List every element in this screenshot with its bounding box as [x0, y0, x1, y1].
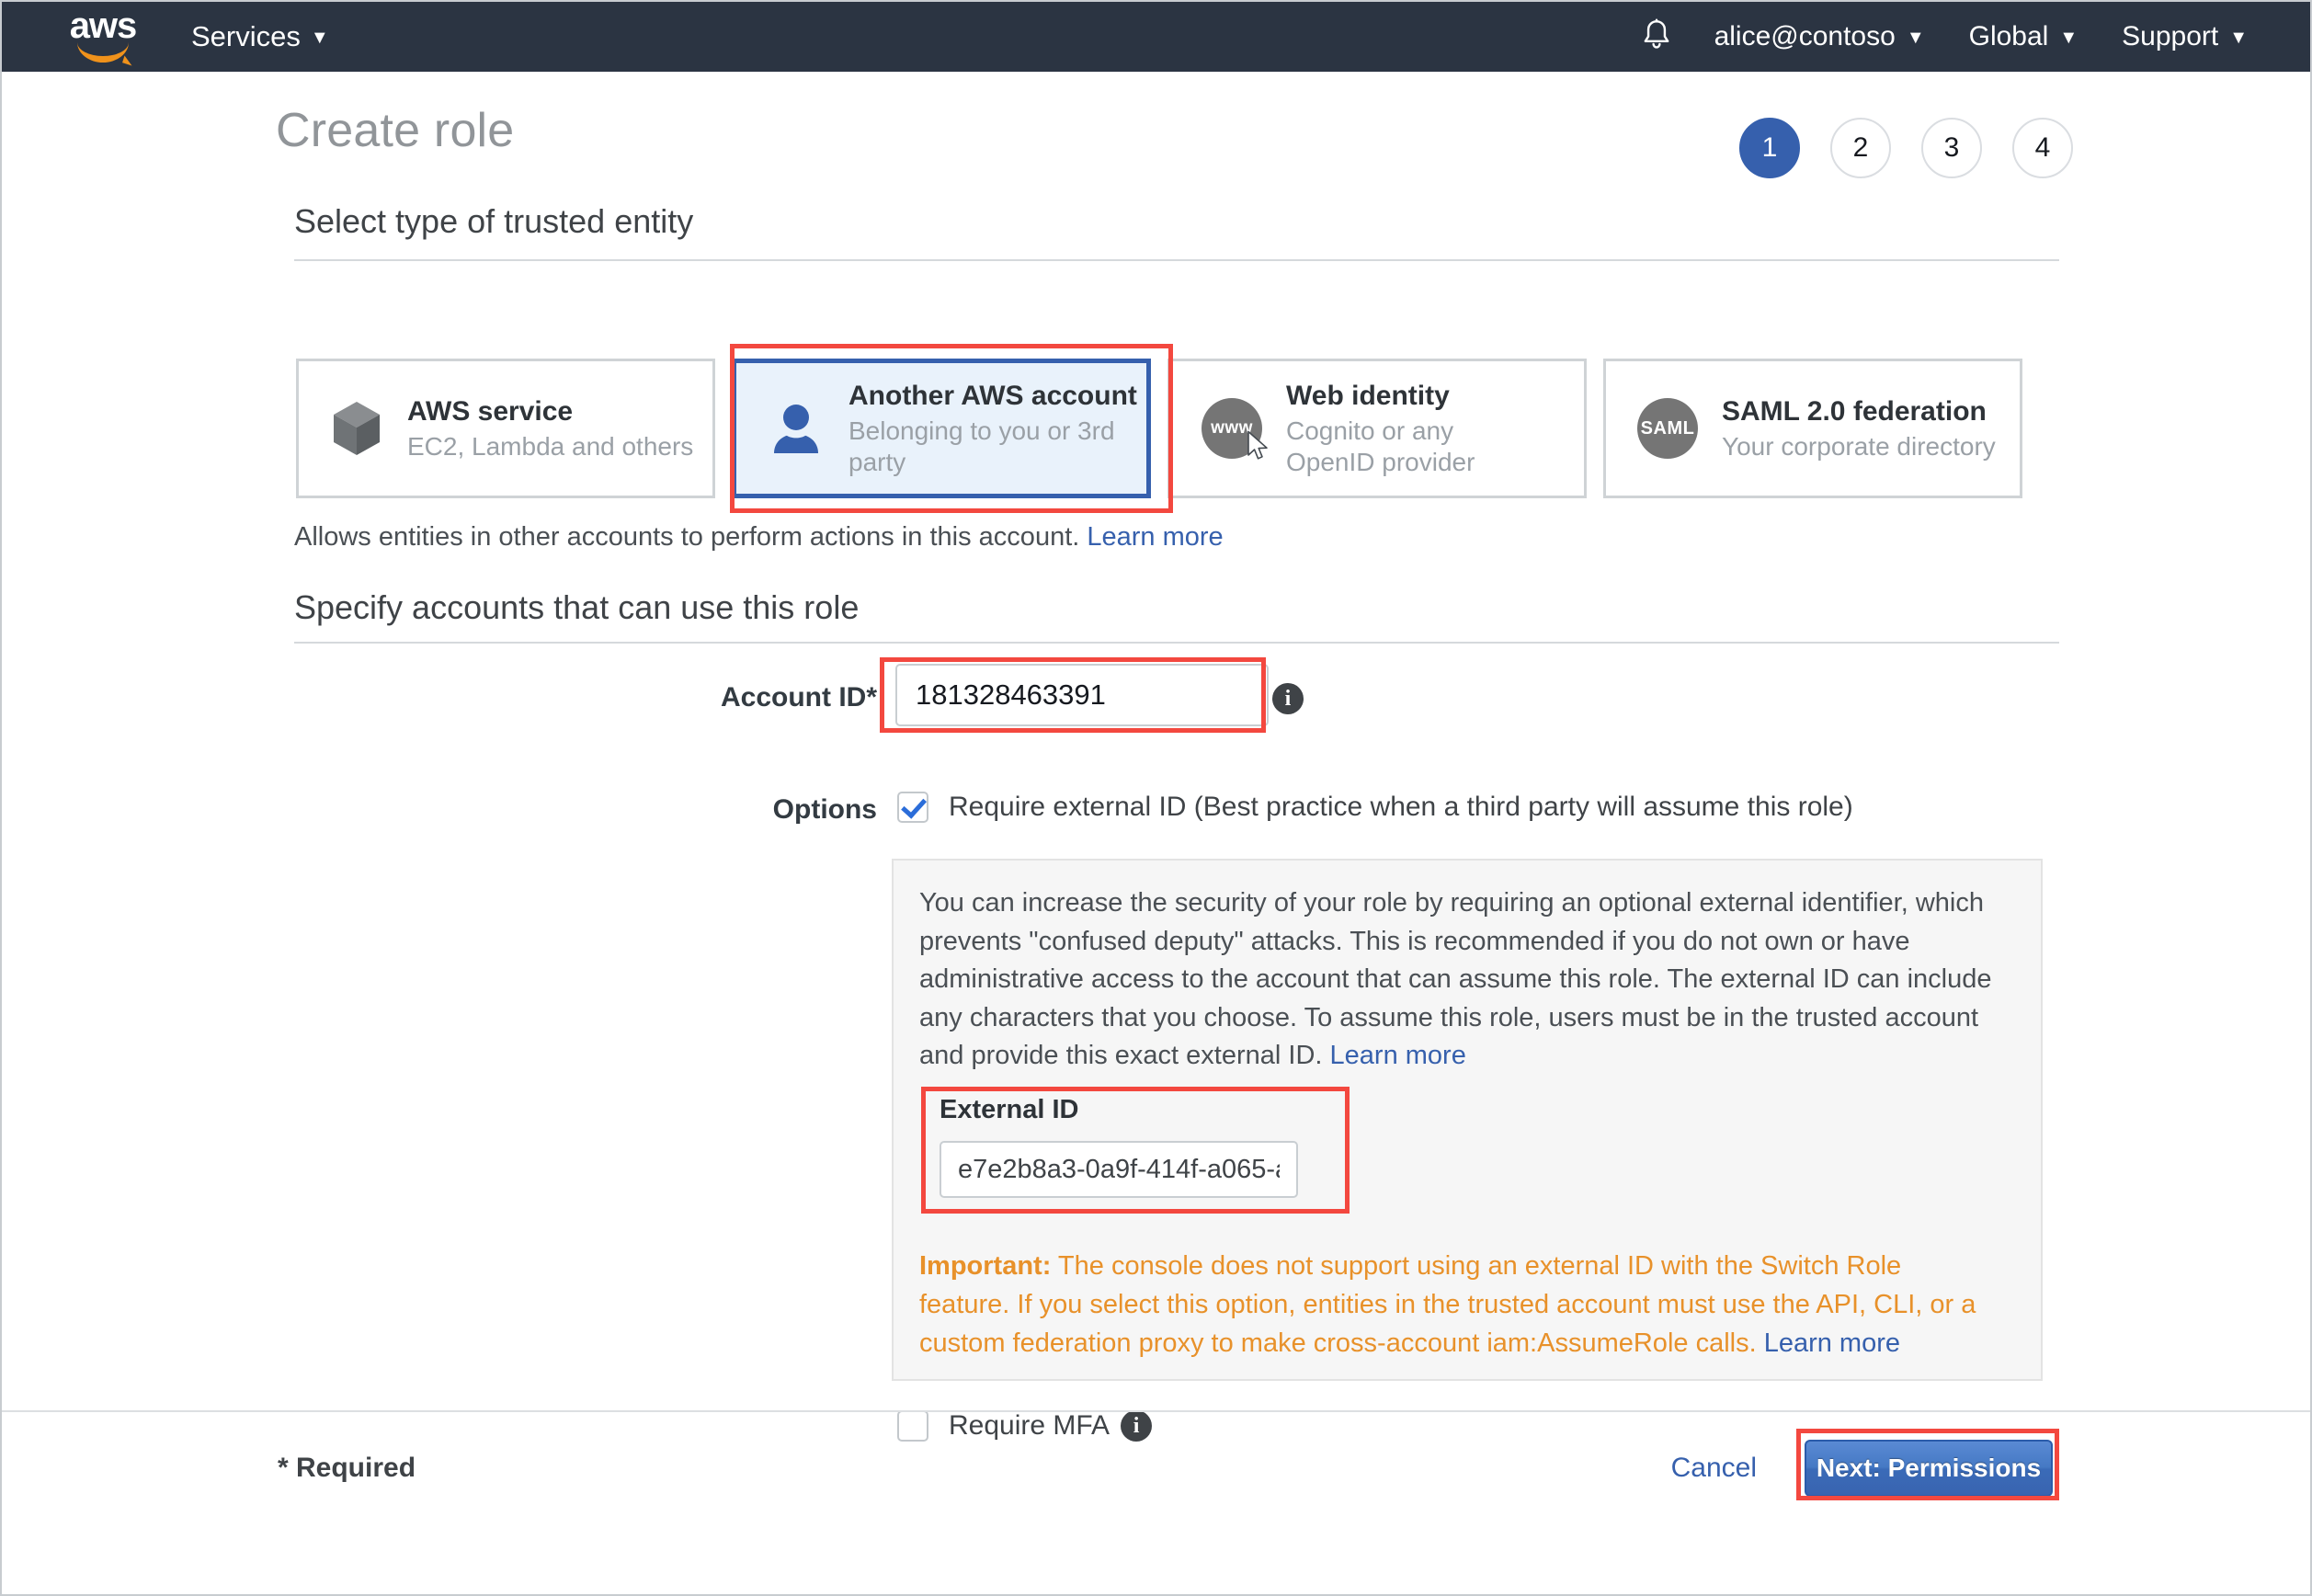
account-id-input[interactable]: [895, 664, 1269, 726]
account-id-label: Account ID*: [720, 682, 877, 712]
trusted-entity-card-saml-federation[interactable]: SAML SAML 2.0 federation Your corporate …: [1603, 359, 2022, 498]
aws-smile-icon: [77, 42, 129, 63]
chevron-down-icon: ▼: [1906, 28, 1925, 48]
card-title: AWS service: [407, 395, 574, 427]
required-note: * Required: [278, 1453, 416, 1483]
card-text-group: AWS service EC2, Lambda and others: [407, 394, 693, 462]
chevron-down-icon: ▼: [2059, 28, 2079, 48]
require-external-id-checkbox[interactable]: [897, 792, 928, 823]
external-id-info-panel: You can increase the security of your ro…: [892, 859, 2043, 1381]
card-text-group: Another AWS account Belonging to you or …: [848, 379, 1146, 479]
external-id-label: External ID: [940, 1095, 1079, 1124]
section-title-trusted-entity: Select type of trusted entity: [294, 202, 694, 240]
wizard-step-indicator: 1 2 3 4: [1739, 118, 2073, 178]
card-title: Another AWS account: [848, 380, 1137, 411]
card-subtitle: Cognito or any OpenID provider: [1286, 416, 1475, 477]
section-title-specify-accounts: Specify accounts that can use this role: [294, 588, 860, 626]
external-id-warning: Important: The console does not support …: [919, 1247, 1995, 1362]
support-menu-label: Support: [2122, 21, 2219, 51]
learn-more-link[interactable]: Learn more: [1764, 1328, 1900, 1358]
cube-icon: [330, 398, 383, 459]
footer-actions: Cancel Next: Permissions: [1666, 1440, 2053, 1497]
region-menu-label: Global: [1968, 21, 2049, 51]
learn-more-link[interactable]: Learn more: [1087, 522, 1223, 552]
info-icon[interactable]: i: [1272, 683, 1304, 714]
external-id-explanation: You can increase the security of your ro…: [919, 884, 2013, 1076]
aws-wordmark: aws: [69, 6, 138, 46]
wizard-step-4[interactable]: 4: [2012, 118, 2073, 178]
account-menu[interactable]: alice@contoso ▼: [1692, 21, 1947, 52]
external-id-field-group: External ID: [921, 1095, 1342, 1224]
support-menu[interactable]: Support ▼: [2100, 21, 2270, 52]
notification-bell-icon[interactable]: [1641, 18, 1672, 55]
card-text-group: SAML 2.0 federation Your corporate direc…: [1722, 394, 1996, 462]
wizard-step-1[interactable]: 1: [1739, 118, 1800, 178]
wizard-step-2[interactable]: 2: [1830, 118, 1891, 178]
services-menu[interactable]: Services ▼: [191, 20, 329, 53]
card-subtitle: Belonging to you or 3rd party: [848, 416, 1115, 477]
learn-more-link[interactable]: Learn more: [1330, 1041, 1466, 1070]
region-menu[interactable]: Global ▼: [1947, 21, 2101, 52]
chevron-down-icon: ▼: [310, 28, 329, 48]
main-content: Create role 1 2 3 4 Select type of trust…: [2, 72, 2310, 1524]
section-divider: [294, 259, 2059, 261]
account-menu-label: alice@contoso: [1714, 21, 1896, 51]
card-title: Web identity: [1286, 380, 1450, 411]
trusted-entity-description: Allows entities in other accounts to per…: [294, 522, 1224, 553]
trusted-entity-card-web-identity[interactable]: www Web identity Cognito or any OpenID p…: [1167, 359, 1587, 498]
card-subtitle: EC2, Lambda and others: [407, 432, 694, 462]
card-text-group: Web identity Cognito or any OpenID provi…: [1286, 379, 1516, 479]
chevron-down-icon: ▼: [2229, 28, 2248, 48]
trusted-entity-card-another-aws-account[interactable]: Another AWS account Belonging to you or …: [732, 359, 1151, 498]
card-subtitle: Your corporate directory: [1722, 432, 1996, 462]
wizard-footer: * Required Cancel Next: Permissions: [2, 1410, 2310, 1524]
trusted-entity-card-aws-service[interactable]: AWS service EC2, Lambda and others: [296, 359, 715, 498]
wizard-step-3[interactable]: 3: [1921, 118, 1982, 178]
external-id-input[interactable]: [940, 1141, 1298, 1198]
www-circle-icon: www: [1202, 398, 1262, 459]
browser-page: aws Services ▼ alice@contoso ▼ Global ▼: [0, 0, 2312, 1596]
aws-top-navigation: aws Services ▼ alice@contoso ▼ Global ▼: [2, 2, 2310, 72]
section-divider: [294, 642, 2059, 644]
cancel-button[interactable]: Cancel: [1666, 1452, 1762, 1485]
require-external-id-label: Require external ID (Best practice when …: [949, 792, 1853, 822]
saml-circle-icon: SAML: [1637, 398, 1698, 459]
trusted-entity-card-group: AWS service EC2, Lambda and others Anoth…: [296, 359, 2022, 498]
options-label: Options: [772, 794, 877, 825]
card-title: SAML 2.0 federation: [1722, 395, 1987, 427]
require-external-id-row: Require external ID (Best practice when …: [897, 792, 1853, 823]
person-icon: [768, 400, 825, 457]
services-menu-label: Services: [191, 20, 301, 52]
warning-prefix: Important:: [919, 1251, 1052, 1281]
trusted-entity-description-text: Allows entities in other accounts to per…: [294, 522, 1080, 552]
next-permissions-button[interactable]: Next: Permissions: [1805, 1440, 2053, 1497]
aws-logo[interactable]: aws: [59, 6, 147, 63]
top-nav-right-group: alice@contoso ▼ Global ▼ Support ▼: [1641, 18, 2310, 55]
